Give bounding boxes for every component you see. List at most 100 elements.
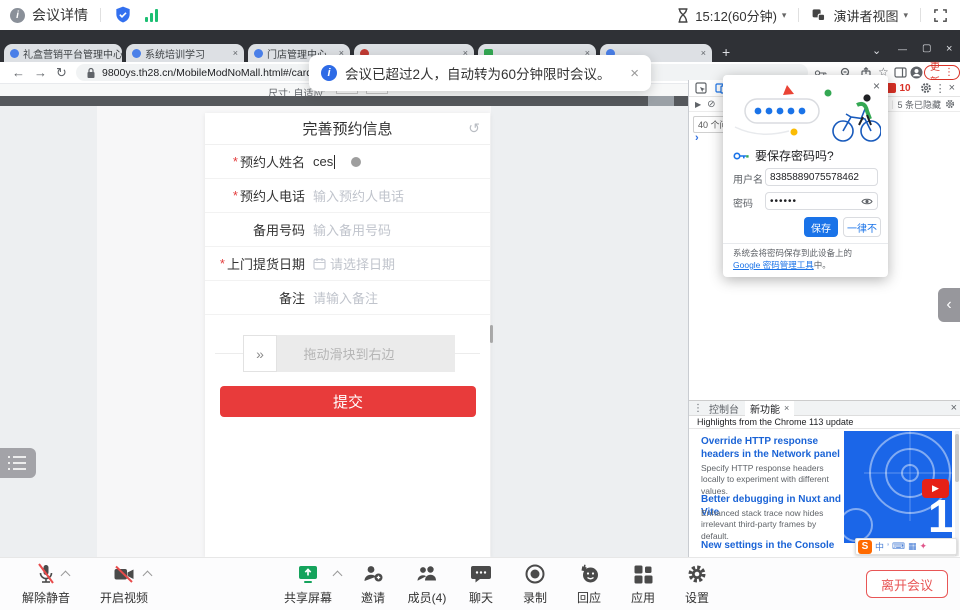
- drawer-menu-icon[interactable]: ⋮: [693, 403, 703, 414]
- settings-button[interactable]: 设置: [667, 562, 727, 606]
- tab-close-icon[interactable]: ×: [697, 48, 706, 58]
- invite-button[interactable]: 邀请: [343, 562, 403, 606]
- hidden-count[interactable]: 5 条已隐藏: [897, 98, 941, 111]
- window-close-icon[interactable]: ×: [946, 43, 952, 55]
- form-row-pickup-date[interactable]: *上门提货日期 请选择日期: [205, 247, 490, 281]
- view-mode-label[interactable]: 演讲者视图: [833, 6, 898, 25]
- security-shield-icon[interactable]: [113, 5, 133, 25]
- minimize-icon[interactable]: —: [898, 44, 907, 54]
- username-input[interactable]: 8385889075578462: [765, 168, 878, 186]
- inspect-element-icon[interactable]: [695, 82, 707, 94]
- leave-meeting-button[interactable]: 离开会议: [866, 570, 948, 598]
- page-scrollbar[interactable]: [490, 325, 493, 343]
- side-panel-icon[interactable]: [894, 67, 907, 78]
- forward-icon[interactable]: →: [34, 65, 47, 80]
- ime-punct-icon[interactable]: ’: [887, 542, 889, 552]
- chat-button[interactable]: 聊天: [451, 562, 511, 606]
- meeting-control-bar: 解除静音 开启视频 共享屏幕: [0, 557, 960, 610]
- slider-handle[interactable]: »: [243, 335, 277, 372]
- chrome-update-button[interactable]: 更新 ⋮: [924, 65, 960, 80]
- members-button[interactable]: 成员(4): [397, 562, 457, 606]
- article-body: Enhanced stack trace now hides irrelevan…: [701, 508, 843, 542]
- reload-icon[interactable]: ↻: [56, 65, 67, 81]
- apps-button[interactable]: 应用: [613, 562, 673, 606]
- ime-keyboard-icon[interactable]: ⌨: [892, 541, 905, 552]
- field-label: 备用号码: [253, 220, 305, 239]
- form-header: 完善预约信息 ↺: [205, 113, 490, 145]
- tab-close-icon[interactable]: ×: [784, 403, 789, 413]
- undo-icon[interactable]: ↺: [468, 121, 480, 135]
- tab-console[interactable]: 控制台: [709, 401, 739, 416]
- devtools-menu-icon[interactable]: ⋮: [935, 82, 946, 95]
- record-label: 录制: [523, 589, 547, 606]
- view-caret-icon[interactable]: ▾: [903, 10, 908, 21]
- name-input-value[interactable]: ces: [313, 154, 333, 169]
- toast-close-icon[interactable]: ×: [630, 65, 639, 82]
- form-row-name[interactable]: *预约人姓名 ces: [205, 145, 490, 179]
- submit-button[interactable]: 提交: [220, 386, 476, 417]
- drawer-close-icon[interactable]: ×: [951, 402, 957, 414]
- start-video-button[interactable]: 开启视频: [94, 562, 154, 606]
- share-screen-label: 共享屏幕: [284, 589, 332, 606]
- browser-tab[interactable]: 礼盒营销平台管理中心 ×: [4, 44, 122, 62]
- required-star: *: [233, 154, 238, 169]
- show-password-eye-icon[interactable]: [861, 197, 873, 206]
- ime-lang-icon[interactable]: 中: [875, 540, 884, 553]
- console-clear-icon[interactable]: ⊘: [707, 99, 715, 110]
- console-play-icon[interactable]: ▶: [695, 100, 701, 109]
- devtools-close-icon[interactable]: ×: [949, 82, 955, 94]
- tab-favicon: [10, 49, 19, 58]
- settings-label: 设置: [685, 589, 709, 606]
- meeting-timer[interactable]: 15:12(60分钟): [695, 6, 777, 25]
- backup-input-placeholder[interactable]: 输入备用号码: [305, 220, 391, 239]
- meeting-agenda-toggle[interactable]: [0, 448, 36, 478]
- chrome-update-illustration: ▶ 1: [844, 431, 952, 543]
- browser-tab[interactable]: 系统培训学习 ×: [126, 44, 244, 62]
- maximize-icon[interactable]: ▢: [922, 43, 931, 54]
- tab-close-icon[interactable]: ×: [229, 48, 238, 58]
- drawer-tabbar: ⋮ 控制台 新功能 × ×: [689, 401, 960, 416]
- ime-skin-icon[interactable]: ✦: [920, 541, 928, 552]
- fullscreen-icon[interactable]: [933, 8, 948, 23]
- profile-avatar-icon[interactable]: [910, 66, 923, 79]
- hscroll-thumb[interactable]: [648, 96, 674, 106]
- sidebar-expand-handle[interactable]: ‹: [938, 288, 960, 322]
- meeting-info-icon[interactable]: i: [10, 8, 25, 23]
- unmute-button[interactable]: 解除静音: [16, 562, 76, 606]
- article-title[interactable]: Override HTTP response headers in the Ne…: [701, 435, 841, 461]
- never-save-button[interactable]: 一律不: [843, 217, 881, 237]
- tab-whats-new[interactable]: 新功能 ×: [745, 401, 794, 416]
- timer-caret-icon[interactable]: ▾: [782, 10, 787, 21]
- tab-search-icon[interactable]: ⌄: [872, 44, 881, 57]
- phone-input-placeholder[interactable]: 输入预约人电话: [305, 186, 404, 205]
- back-icon[interactable]: ←: [12, 65, 25, 80]
- network-signal-icon[interactable]: [145, 8, 160, 22]
- new-tab-icon[interactable]: +: [722, 44, 730, 60]
- form-row-phone[interactable]: *预约人电话 输入预约人电话: [205, 179, 490, 213]
- form-title: 完善预约信息: [302, 118, 392, 139]
- reactions-button[interactable]: 回应: [559, 562, 619, 606]
- ime-toolbar[interactable]: S 中 ’ ⌨ ▦ ✦: [855, 538, 957, 555]
- form-row-remark[interactable]: 备注 请输入备注: [205, 281, 490, 315]
- error-count[interactable]: 10: [899, 83, 910, 94]
- calendar-icon: [313, 257, 326, 270]
- record-button[interactable]: 录制: [505, 562, 565, 606]
- article-title[interactable]: New settings in the Console: [701, 539, 841, 552]
- password-input[interactable]: ••••••: [765, 192, 878, 210]
- share-screen-button[interactable]: 共享屏幕: [278, 562, 338, 606]
- date-input-placeholder[interactable]: 请选择日期: [330, 254, 395, 273]
- microphone-muted-icon: [34, 562, 58, 586]
- chat-icon: [469, 562, 493, 586]
- console-prompt-icon[interactable]: ›: [695, 132, 699, 144]
- sogou-logo-icon[interactable]: S: [858, 540, 872, 554]
- dialog-title: 要保存密码吗?: [755, 147, 834, 164]
- save-password-button[interactable]: 保存: [804, 217, 838, 237]
- ime-toolbox-icon[interactable]: ▦: [908, 541, 917, 552]
- filter-settings-icon[interactable]: [945, 99, 955, 109]
- devtools-settings-icon[interactable]: [920, 82, 932, 94]
- meeting-details-label[interactable]: 会议详情: [32, 5, 88, 25]
- form-row-backup-phone[interactable]: 备用号码 输入备用号码: [205, 213, 490, 247]
- more-vert-icon: ⋮: [944, 67, 954, 78]
- password-manager-link[interactable]: Google 密码管理工具: [733, 260, 814, 270]
- remark-input-placeholder[interactable]: 请输入备注: [305, 288, 378, 307]
